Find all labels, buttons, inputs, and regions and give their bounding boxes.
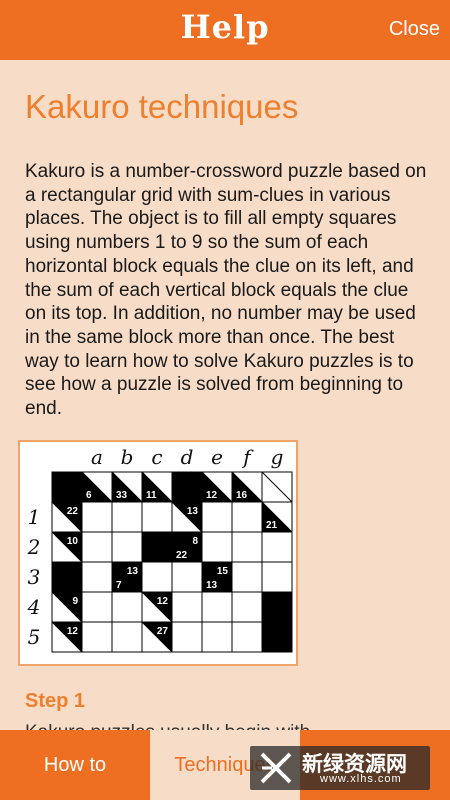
kakuro-grid: a b c d e f g123456 33 11 12 1622 132110 82213715139… — [27, 445, 293, 653]
empty-cell — [231, 561, 263, 593]
puzzle-diagram: a b c d e f g 1 2 3 4 5 6 33 11 12 16 22 13 21 10 8 22 13 7 15 13 9… — [18, 440, 298, 666]
clue-across: 13 — [127, 566, 139, 577]
clue-down: 7 — [116, 580, 122, 591]
clue-across: 12 — [157, 596, 169, 607]
empty-cell — [201, 531, 233, 563]
row-label: 2 — [27, 535, 41, 559]
empty-cell — [231, 621, 263, 653]
clue-down: 21 — [266, 520, 278, 531]
clue-across: 10 — [67, 536, 79, 547]
empty-cell — [81, 531, 113, 563]
row-label: 1 — [28, 505, 41, 529]
clue-down: 11 — [146, 490, 157, 501]
clue-across: 27 — [157, 626, 169, 637]
row-label: 3 — [28, 565, 41, 589]
empty-cell — [231, 591, 263, 623]
empty-cell — [171, 561, 203, 593]
clue-down: 12 — [206, 490, 218, 501]
empty-cell — [201, 621, 233, 653]
top-app-bar: Help Close — [0, 0, 450, 60]
column-label: b — [121, 445, 134, 469]
clue-across: 8 — [192, 536, 198, 547]
row-label: 5 — [28, 625, 41, 649]
column-label: d — [181, 445, 194, 469]
clue-down: 16 — [236, 490, 248, 501]
empty-cell — [81, 561, 113, 593]
empty-cell — [81, 501, 113, 533]
close-button[interactable]: Close — [389, 18, 440, 41]
empty-cell — [261, 531, 293, 563]
clue-across: 15 — [217, 566, 229, 577]
watermark-url: www.xlhs.com — [320, 773, 402, 785]
empty-cell — [171, 591, 203, 623]
row-label: 4 — [27, 595, 41, 619]
intro-paragraph: Kakuro is a number-crossword puzzle base… — [25, 161, 427, 420]
blocked-cell — [51, 561, 83, 593]
clue-across: 22 — [67, 506, 79, 517]
watermark-badge: 新绿资源网 www.xlhs.com — [250, 746, 430, 790]
section-heading: Kakuro techniques — [25, 88, 299, 125]
clue-down: 13 — [206, 580, 218, 591]
empty-cell — [111, 501, 143, 533]
blocked-cell — [171, 471, 203, 503]
column-label: e — [211, 445, 223, 469]
empty-cell — [111, 591, 143, 623]
empty-cell — [111, 531, 143, 563]
blocked-cell — [261, 591, 293, 623]
column-label: g — [271, 445, 284, 469]
empty-cell — [201, 591, 233, 623]
clue-down: 33 — [116, 490, 128, 501]
clue-down: 22 — [176, 550, 188, 561]
column-label: f — [241, 445, 254, 469]
clue-across: 9 — [72, 596, 78, 607]
clue-across: 13 — [187, 506, 199, 517]
empty-cell — [81, 591, 113, 623]
x-logo-icon — [260, 752, 292, 784]
empty-cell — [81, 621, 113, 653]
page-title: Help — [180, 8, 270, 46]
column-label: a — [91, 445, 103, 469]
empty-cell — [141, 501, 173, 533]
column-label: c — [151, 445, 162, 469]
empty-cell — [201, 501, 233, 533]
empty-cell — [231, 531, 263, 563]
clue-across: 12 — [67, 626, 79, 637]
tab-how-to[interactable]: How to — [0, 730, 150, 800]
blocked-cell — [261, 621, 293, 653]
step-heading: Step 1 — [25, 690, 86, 712]
step-text: Kakuro puzzles usually begin with — [25, 722, 310, 730]
help-content[interactable]: Kakuro techniques Kakuro is a number-cro… — [0, 60, 450, 730]
clue-down: 6 — [86, 490, 92, 501]
blocked-cell — [141, 531, 173, 563]
empty-cell — [111, 621, 143, 653]
empty-cell — [231, 501, 263, 533]
empty-cell — [141, 561, 173, 593]
blocked-cell — [51, 471, 83, 503]
empty-cell — [171, 621, 203, 653]
empty-cell — [261, 561, 293, 593]
